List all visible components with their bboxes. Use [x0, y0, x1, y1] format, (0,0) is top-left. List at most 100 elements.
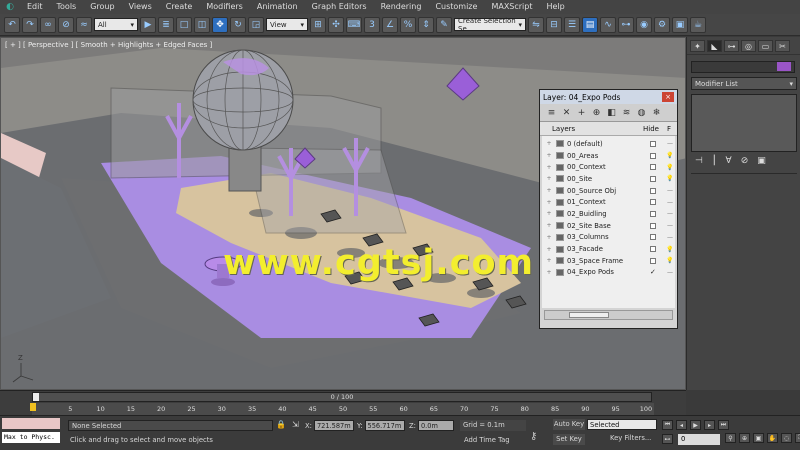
expand-icon[interactable]: + [542, 269, 556, 276]
menu-edit[interactable]: Edit [20, 0, 50, 14]
key-icon[interactable]: ⚷ [530, 431, 537, 442]
select-by-name-icon[interactable]: ≣ [158, 16, 174, 33]
menu-group[interactable]: Group [83, 0, 121, 14]
freeze-toggle[interactable]: 💡 [665, 152, 675, 159]
freeze-toggle[interactable]: — [665, 210, 675, 217]
layer-row[interactable]: +03_Columns — [542, 232, 675, 244]
selection-filter-dropdown[interactable]: All ▾ [94, 18, 138, 31]
orbit-icon[interactable]: ◌ [781, 433, 792, 443]
hide-toggle[interactable] [650, 187, 656, 194]
add-time-tag[interactable]: Add Time Tag [464, 436, 510, 444]
maxscript-input[interactable]: Max to Physc. [2, 432, 60, 443]
material-editor-icon[interactable]: ◉ [636, 16, 652, 33]
track-bar[interactable]: 5 10 15 20 25 30 35 40 45 50 55 60 65 70 75 80 85 90 95 100 [32, 403, 654, 415]
remove-modifier-icon[interactable]: ⊘ [741, 156, 749, 166]
hide-toggle[interactable] [650, 140, 656, 147]
show-end-result-icon[interactable]: ⎮ [712, 156, 717, 166]
layer-row-active[interactable]: +04_Expo Pods ✓ — [542, 267, 675, 279]
motion-tab-icon[interactable]: ◎ [741, 40, 756, 52]
layer-manager-icon[interactable]: ☰ [564, 16, 580, 33]
mirror-icon[interactable]: ⇋ [528, 16, 544, 33]
viewport-label[interactable]: [ + ] [ Perspective ] [ Smooth + Highlig… [5, 41, 212, 49]
go-to-end-icon[interactable]: ⏭ [718, 420, 729, 430]
freeze-toggle[interactable]: — [665, 222, 675, 229]
select-rotate-icon[interactable]: ↻ [230, 16, 246, 33]
utilities-tab-icon[interactable]: ✂ [775, 40, 790, 52]
percent-snap-icon[interactable]: % [400, 16, 416, 33]
time-slider-knob[interactable] [33, 393, 39, 401]
hide-toggle[interactable] [650, 152, 656, 159]
dialog-titlebar[interactable]: Layer: 04_Expo Pods × [540, 90, 677, 104]
link-icon[interactable]: ∞ [40, 16, 56, 33]
col-hide[interactable]: Hide [643, 125, 659, 133]
layer-row[interactable]: +00_Source Obj — [542, 185, 675, 197]
zoom-extents-icon[interactable]: ▣ [753, 433, 764, 443]
freeze-all-icon[interactable]: ❄ [651, 107, 662, 118]
named-selection-dropdown[interactable]: Create Selection Se ▾ [454, 17, 526, 33]
freeze-toggle[interactable]: 💡 [665, 164, 675, 171]
keyboard-shortcut-icon[interactable]: ⌨ [346, 16, 362, 33]
horizontal-scrollbar[interactable] [544, 310, 673, 320]
zoom-all-icon[interactable]: ⊕ [739, 433, 750, 443]
undo-icon[interactable]: ↶ [4, 16, 20, 33]
menu-animation[interactable]: Animation [250, 0, 305, 14]
key-mode-dropdown[interactable]: Selected [587, 419, 657, 430]
freeze-toggle[interactable]: — [665, 140, 675, 147]
layer-row[interactable]: +03_Facade 💡 [542, 243, 675, 255]
layer-row[interactable]: +03_Space Frame 💡 [542, 255, 675, 267]
auto-key-button[interactable]: Auto Key [553, 419, 585, 430]
graphite-ribbon-icon[interactable]: ▤ [582, 16, 598, 33]
menu-customize[interactable]: Customize [428, 0, 484, 14]
select-move-icon[interactable]: ✥ [212, 16, 228, 33]
set-key-button[interactable]: Set Key [553, 434, 585, 445]
menu-tools[interactable]: Tools [50, 0, 84, 14]
hierarchy-tab-icon[interactable]: ⊶ [724, 40, 739, 52]
layer-row[interactable]: +00_Site 💡 [542, 173, 675, 185]
rendered-frame-icon[interactable]: ▣ [672, 16, 688, 33]
render-production-icon[interactable]: ☕ [690, 16, 706, 33]
create-layer-icon[interactable]: + [576, 107, 587, 118]
menu-views[interactable]: Views [122, 0, 159, 14]
make-unique-icon[interactable]: ∀ [726, 156, 732, 166]
modifier-list-dropdown[interactable]: Modifier List ▾ [691, 77, 797, 90]
key-mode-icon[interactable]: ⊷ [662, 434, 673, 444]
add-to-layer-icon[interactable]: ⊕ [591, 107, 602, 118]
play-icon[interactable]: ▶ [690, 420, 701, 430]
angle-snap-icon[interactable]: ∠ [382, 16, 398, 33]
hide-toggle[interactable] [650, 210, 656, 217]
maximize-viewport-icon[interactable]: ⛶ [795, 433, 800, 443]
spinner-snap-icon[interactable]: ⇕ [418, 16, 434, 33]
col-freeze[interactable]: F [667, 125, 671, 133]
menu-graph-editors[interactable]: Graph Editors [305, 0, 374, 14]
align-icon[interactable]: ⊟ [546, 16, 562, 33]
current-frame-field[interactable]: 0 [678, 434, 720, 445]
expand-icon[interactable]: + [542, 234, 556, 241]
display-tab-icon[interactable]: ▭ [758, 40, 773, 52]
x-coord-field[interactable]: 721.587m [313, 420, 354, 431]
select-manipulate-icon[interactable]: ✣ [328, 16, 344, 33]
select-layer-objects-icon[interactable]: ◧ [606, 107, 617, 118]
select-object-icon[interactable]: ▶ [140, 16, 156, 33]
expand-icon[interactable]: + [542, 222, 556, 229]
menu-create[interactable]: Create [159, 0, 200, 14]
menu-maxscript[interactable]: MAXScript [484, 0, 539, 14]
layer-row[interactable]: +02_Buidling — [542, 208, 675, 220]
go-to-start-icon[interactable]: ⏮ [662, 420, 673, 430]
zoom-icon[interactable]: ⚲ [725, 433, 736, 443]
snaps-toggle-icon[interactable]: 3 [364, 16, 380, 33]
redo-icon[interactable]: ↷ [22, 16, 38, 33]
hide-toggle[interactable] [650, 175, 656, 182]
layer-stack-icon[interactable]: ≡ [546, 107, 557, 118]
highlight-layer-icon[interactable]: ≋ [621, 107, 632, 118]
rect-selection-icon[interactable]: □ [176, 16, 192, 33]
hide-toggle[interactable] [650, 222, 656, 229]
curve-editor-icon[interactable]: ∿ [600, 16, 616, 33]
previous-frame-icon[interactable]: ◂ [676, 420, 687, 430]
delete-layer-icon[interactable]: ✕ [561, 107, 572, 118]
modifier-stack[interactable] [691, 94, 797, 152]
pan-icon[interactable]: ✋ [767, 433, 778, 443]
active-check-icon[interactable]: ✓ [650, 268, 656, 276]
key-filters-button[interactable]: Key Filters... [610, 434, 651, 442]
menu-help[interactable]: Help [540, 0, 572, 14]
menu-rendering[interactable]: Rendering [374, 0, 429, 14]
